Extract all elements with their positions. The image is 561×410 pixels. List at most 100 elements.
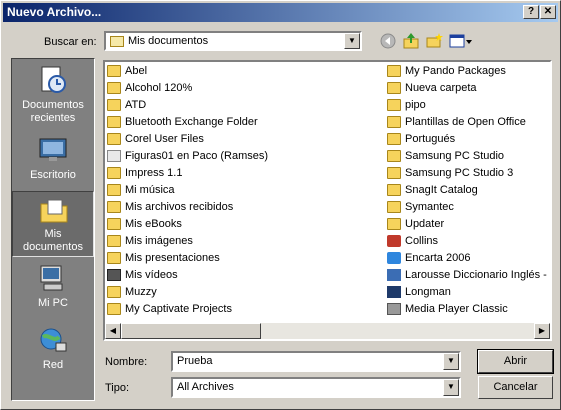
file-list[interactable]: Abel Alcohol 120% ATD Bluetooth Exchange Fo… [103,60,552,341]
file-name: Muzzy [125,286,157,298]
my-documents-icon [40,199,68,223]
folder-icon [387,99,401,111]
file-name: Mis imágenes [125,235,193,247]
file-name: ATD [125,99,147,111]
close-button[interactable]: ✕ [540,5,556,19]
folder-icon [107,82,121,94]
place-network[interactable]: Red [12,321,94,383]
folder-icon [387,184,401,196]
file-name: Samsung PC Studio [405,150,505,162]
file-name: Samsung PC Studio 3 [405,167,514,179]
file-name: Mis vídeos [125,269,178,281]
place-my-documents[interactable]: Mis documentos [12,191,94,257]
title-bar[interactable]: Nuevo Archivo... ? ✕ [3,3,558,22]
place-label: Mi PC [38,297,68,309]
new-folder-icon[interactable] [425,32,443,50]
scroll-right-icon[interactable]: ▶ [534,323,550,339]
views-icon[interactable] [449,32,473,50]
app-n-icon [387,269,401,281]
desktop-icon [39,138,67,161]
app-red-icon [387,235,401,247]
up-folder-icon[interactable] [402,32,420,50]
video-icon [107,269,121,281]
folder-icon [107,116,121,128]
app-dark-icon [387,286,401,298]
file-name: Larousse Diccionario Inglés - E [405,269,552,281]
file-name: Abel [125,65,148,77]
folder-icon [387,167,401,179]
shortcut-icon [107,150,121,162]
file-name: SnagIt Catalog [405,184,478,196]
folder-icon [387,201,401,213]
file-name: Plantillas de Open Office [405,116,526,128]
file-name: pipo [405,99,426,111]
file-name: Symantec [405,201,454,213]
music-icon [107,184,121,196]
chevron-down-icon[interactable]: ▼ [344,33,360,49]
place-label: Escritorio [30,169,76,181]
file-name: Mi música [125,184,175,196]
folder-icon [107,252,121,264]
my-documents-icon [110,36,124,47]
file-name: Figuras01 en Paco (Ramses) [125,150,269,162]
folder-icon [107,201,121,213]
lookin-value: Mis documentos [128,35,209,47]
scroll-left-icon[interactable]: ◀ [105,323,121,339]
file-name: My Pando Packages [405,65,506,77]
chevron-down-icon[interactable]: ▼ [443,379,459,396]
lookin-label: Buscar en: [44,36,97,48]
folder-icon [387,150,401,162]
file-name: Encarta 2006 [405,252,471,264]
folder-icon [387,116,401,128]
folder-icon [107,167,121,179]
recent-documents-icon [41,66,66,93]
chevron-down-icon[interactable]: ▼ [443,353,459,370]
scroll-thumb[interactable] [121,323,261,339]
folder-icon [107,99,121,111]
places-bar: Documentos recientes Escritorio Mis docu… [11,58,95,401]
filename-input[interactable]: Prueba ▼ [171,351,461,372]
filename-label: Nombre: [105,356,148,368]
back-icon[interactable] [379,32,397,50]
place-my-computer[interactable]: Mi PC [12,259,94,321]
my-computer-icon [40,265,63,291]
horizontal-scrollbar[interactable]: ◀ ▶ [105,323,550,339]
file-name: Alcohol 120% [125,82,193,94]
open-button[interactable]: Abrir [477,349,554,374]
file-name: Mis archivos recibidos [125,201,234,213]
dialog-window: Nuevo Archivo... ? ✕ Buscar en: Mis docu… [0,0,561,410]
place-label: Mis documentos [23,228,83,253]
place-label: Red [42,359,64,371]
folder-icon [107,133,121,145]
filetype-label: Tipo: [105,382,130,394]
help-button[interactable]: ? [523,5,539,19]
file-name: Collins [405,235,439,247]
filename-value: Prueba [177,355,213,367]
place-label: Documentos recientes [22,99,84,124]
place-desktop[interactable]: Escritorio [12,131,94,193]
file-name: Mis eBooks [125,218,182,230]
file-name: Impress 1.1 [125,167,183,179]
window-title: Nuevo Archivo... [7,5,102,19]
folder-icon [107,303,121,315]
cancel-button[interactable]: Cancelar [478,376,553,399]
filetype-select[interactable]: All Archives ▼ [171,377,461,398]
app-gray-icon [387,303,401,315]
file-name: My Captivate Projects [125,303,232,315]
file-name: Longman [405,286,451,298]
folder-icon [387,65,401,77]
file-name: Updater [405,218,445,230]
lookin-combo[interactable]: Mis documentos ▼ [104,31,362,51]
folder-icon [107,286,121,298]
file-name: Nueva carpeta [405,82,477,94]
file-name: Portugués [405,133,456,145]
folder-icon [387,218,401,230]
file-name: Mis presentaciones [125,252,220,264]
file-name: Corel User Files [125,133,204,145]
place-recent-documents[interactable]: Documentos recientes [12,61,94,124]
app-blue-icon [387,252,401,264]
filetype-value: All Archives [177,381,234,393]
network-icon [40,328,67,352]
folder-icon [107,218,121,230]
folder-icon [387,82,401,94]
